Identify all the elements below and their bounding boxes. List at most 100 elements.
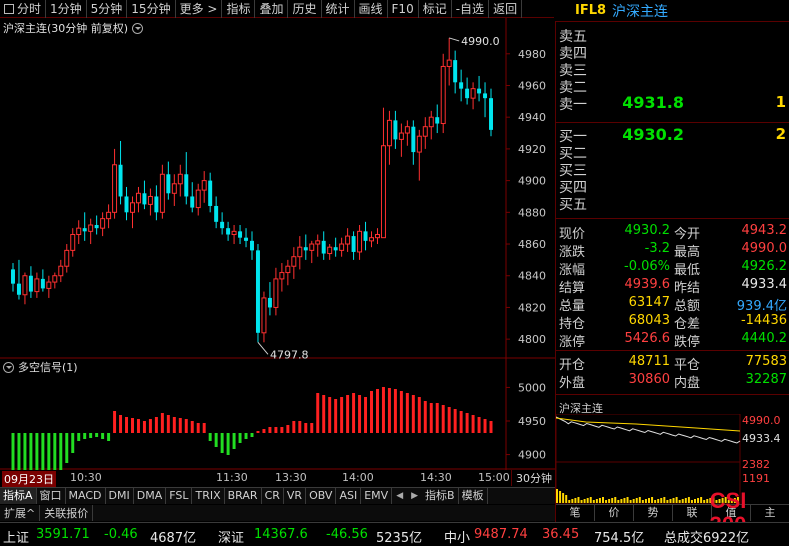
quote-label: 最低: [674, 263, 701, 278]
quote-row: 总量 63147 总额 939.4亿: [556, 295, 789, 314]
signal-bar: [202, 423, 206, 433]
low-price-label: 4797.8: [270, 348, 309, 361]
volume-bar: [644, 499, 647, 503]
toolbar-item-back[interactable]: 返回: [489, 0, 523, 18]
candle: [171, 174, 177, 206]
signal-bar: [11, 433, 15, 473]
signal-bar: [411, 395, 415, 433]
y-tick-label: 4920: [518, 143, 546, 156]
related-quotes-button[interactable]: 关联报价: [40, 505, 94, 521]
expand-button[interactable]: 扩展^: [0, 505, 41, 521]
toolbar-item-intraday[interactable]: 分时: [0, 0, 47, 18]
y-tick-label: 4960: [518, 79, 546, 92]
toolbar-item-1min[interactable]: 1分钟: [46, 0, 87, 18]
signal-bar: [399, 391, 403, 433]
signal-bar: [280, 427, 284, 433]
toolbar-item-indicator[interactable]: 指标: [222, 0, 256, 18]
ask-row: 卖四: [556, 43, 789, 62]
ask-row: 卖一 4931.8 1: [556, 93, 789, 113]
toolbar-item-more[interactable]: 更多 >: [176, 0, 223, 18]
candle: [147, 188, 153, 216]
quote-row: 持仓 68043 仓差 -14436: [556, 313, 789, 332]
tab-fsl[interactable]: FSL: [166, 488, 193, 504]
toolbar-item-stats[interactable]: 统计: [322, 0, 355, 18]
volume-bar: [571, 499, 574, 503]
tab-window[interactable]: 窗口: [37, 488, 66, 504]
toolbar-item-f10[interactable]: F10: [388, 0, 419, 18]
toolbar-item-mark[interactable]: 标记: [419, 0, 452, 18]
signal-bar: [166, 415, 170, 433]
mini-volume-mid-label: 1191: [742, 472, 770, 485]
kline-chart[interactable]: 4980 4960 4940 4920 4900 4880 4860 4840 4820 4800…: [0, 18, 555, 473]
signal-bar: [250, 433, 254, 437]
quote-label: 总量: [559, 299, 586, 314]
dropdown-icon[interactable]: [3, 361, 14, 373]
quote-label: 外盘: [559, 376, 586, 391]
quote-label: 涨跌: [559, 245, 586, 260]
order-level-label: 买五: [559, 197, 587, 213]
bid-row: 买二: [556, 143, 789, 162]
tab-price[interactable]: 价: [595, 505, 634, 521]
candle: [339, 237, 345, 257]
toolbar-item-overlay[interactable]: 叠加: [255, 0, 289, 18]
signal-bar: [17, 433, 21, 473]
tab-dmi[interactable]: DMI: [106, 488, 134, 504]
signal-bar: [119, 415, 123, 433]
signal-bar: [23, 433, 27, 473]
toolbar-item-remove-watchlist[interactable]: -自选: [452, 0, 490, 18]
signal-bar: [417, 397, 421, 433]
signal-bar: [471, 415, 475, 433]
volume-bar: [592, 500, 595, 503]
volume-bar: [589, 497, 592, 503]
quote-row: 外盘 30860 内盘 32287: [556, 372, 789, 391]
tab-vr[interactable]: VR: [284, 488, 307, 504]
kline-chart-svg[interactable]: 4980 4960 4940 4920 4900 4880 4860 4840 4820 4800…: [0, 18, 555, 473]
candle: [357, 225, 363, 260]
scroll-right-icon[interactable]: ▶: [407, 491, 422, 501]
tab-asi[interactable]: ASI: [336, 488, 362, 504]
tab-trend[interactable]: 势: [634, 505, 673, 521]
signal-bar: [352, 393, 356, 433]
signal-bar: [226, 433, 230, 455]
quote-label: 结算: [559, 281, 586, 296]
time-label: 14:30: [420, 471, 452, 484]
candle: [64, 244, 70, 273]
quote-label: 平仓: [674, 358, 701, 373]
toolbar-item-5min[interactable]: 5分钟: [87, 0, 128, 18]
tab-template[interactable]: 模板: [459, 488, 488, 504]
dropdown-icon[interactable]: [132, 22, 144, 34]
candle: [154, 185, 159, 221]
tab-trades[interactable]: 笔: [556, 505, 595, 521]
tab-indicator-b[interactable]: 指标B: [422, 488, 459, 504]
tab-cr[interactable]: CR: [262, 488, 284, 504]
quote-value: 4440.2: [741, 331, 788, 346]
signal-bar: [65, 433, 69, 463]
tab-emv[interactable]: EMV: [361, 488, 393, 504]
signal-bar: [71, 433, 75, 453]
toolbar-item-draw[interactable]: 画线: [355, 0, 388, 18]
indicator-title-text: 多空信号(1): [18, 361, 78, 374]
tab-indicator-a[interactable]: 指标A: [0, 488, 37, 504]
tab-trix[interactable]: TRIX: [192, 488, 225, 504]
scroll-left-icon[interactable]: ◀: [392, 491, 407, 501]
order-price: 4930.2: [622, 125, 684, 144]
quote-label: 最高: [674, 245, 701, 260]
quote-row: 涨停 5426.6 跌停 4440.2: [556, 331, 789, 350]
index-amount: 4687亿: [150, 531, 197, 546]
tab-obv[interactable]: OBV: [306, 488, 337, 504]
instrument-name: 沪深主连: [612, 3, 669, 20]
toolbar-item-15min[interactable]: 15分钟: [127, 0, 176, 18]
toolbar-item-history[interactable]: 历史: [288, 0, 322, 18]
volume-bar: [654, 500, 657, 503]
candle: [453, 50, 458, 94]
tab-brar[interactable]: BRAR: [225, 488, 262, 504]
candle: [369, 231, 374, 248]
signal-bar: [429, 403, 433, 433]
indicator-tick-label: 4950: [518, 415, 546, 428]
logo-text-csi: CSI: [710, 488, 747, 513]
candle: [159, 164, 165, 219]
signal-bar: [148, 419, 152, 433]
tab-macd[interactable]: MACD: [66, 488, 106, 504]
tab-dma[interactable]: DMA: [134, 488, 167, 504]
period-button[interactable]: 30分钟: [511, 470, 552, 486]
